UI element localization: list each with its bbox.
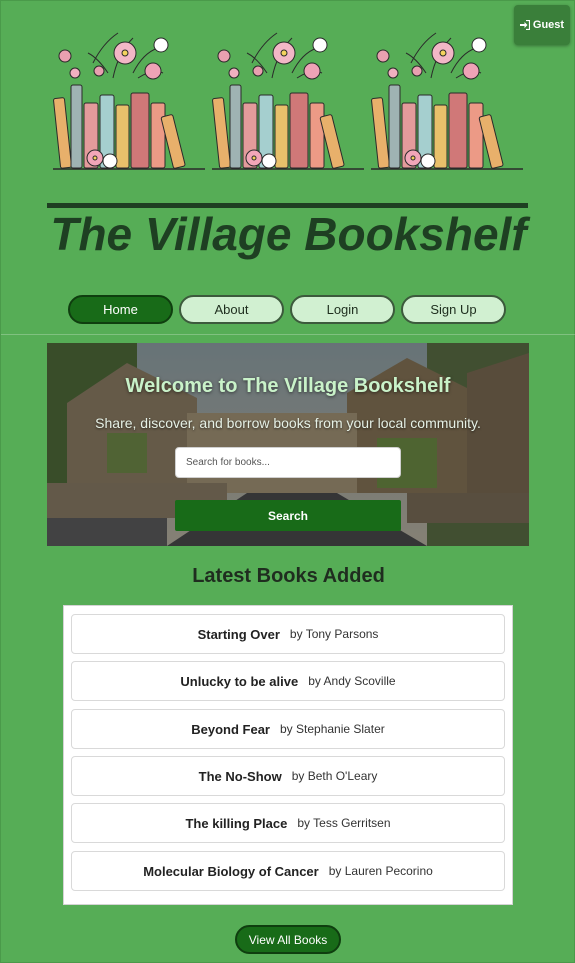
book-title: Unlucky to be alive — [180, 673, 299, 689]
hero-subtitle: Share, discover, and borrow books from y… — [95, 415, 481, 431]
search-button[interactable]: Search — [175, 500, 401, 531]
book-title: The No-Show — [198, 768, 282, 784]
banner-illustration — [53, 23, 523, 173]
nav-about[interactable]: About — [179, 295, 284, 324]
nav-sign-up[interactable]: Sign Up — [401, 295, 506, 324]
book-title: Beyond Fear — [191, 721, 270, 737]
list-item[interactable]: The No-Show by Beth O'Leary — [71, 756, 505, 796]
book-author: by Andy Scoville — [308, 674, 396, 688]
nav-login[interactable]: Login — [290, 295, 395, 324]
list-item[interactable]: The killing Place by Tess Gerritsen — [71, 803, 505, 843]
book-title: Molecular Biology of Cancer — [143, 863, 319, 879]
books-and-flowers-icon — [212, 32, 364, 170]
books-and-flowers-icon — [371, 32, 523, 170]
book-author: by Beth O'Leary — [291, 769, 378, 783]
book-author: by Stephanie Slater — [280, 722, 385, 736]
nav-home[interactable]: Home — [68, 295, 173, 324]
view-all-books-button[interactable]: View All Books — [235, 925, 341, 954]
books-and-flowers-icon — [53, 32, 205, 170]
latest-books-list: Starting Over by Tony Parsons Unlucky to… — [63, 605, 513, 905]
list-item[interactable]: Beyond Fear by Stephanie Slater — [71, 709, 505, 749]
header-divider — [1, 334, 575, 335]
search-input[interactable] — [175, 447, 401, 478]
site-title: The Village Bookshelf — [50, 208, 527, 260]
list-item[interactable]: Starting Over by Tony Parsons — [71, 614, 505, 654]
list-item[interactable]: Unlucky to be alive by Andy Scoville — [71, 661, 505, 701]
book-title: Starting Over — [197, 626, 280, 642]
book-author: by Tess Gerritsen — [297, 816, 391, 830]
list-item[interactable]: Molecular Biology of Cancer by Lauren Pe… — [71, 851, 505, 891]
book-author: by Tony Parsons — [289, 627, 379, 641]
hero-heading: Welcome to The Village Bookshelf — [125, 375, 451, 397]
main-nav: Home About Login Sign Up — [68, 295, 508, 325]
book-title: The killing Place — [185, 815, 288, 831]
guest-label: Guest — [532, 19, 565, 31]
latest-books-heading: Latest Books Added — [192, 565, 385, 587]
book-author: by Lauren Pecorino — [328, 864, 433, 878]
hero-section: Welcome to The Village Bookshelf Share, … — [47, 343, 529, 546]
